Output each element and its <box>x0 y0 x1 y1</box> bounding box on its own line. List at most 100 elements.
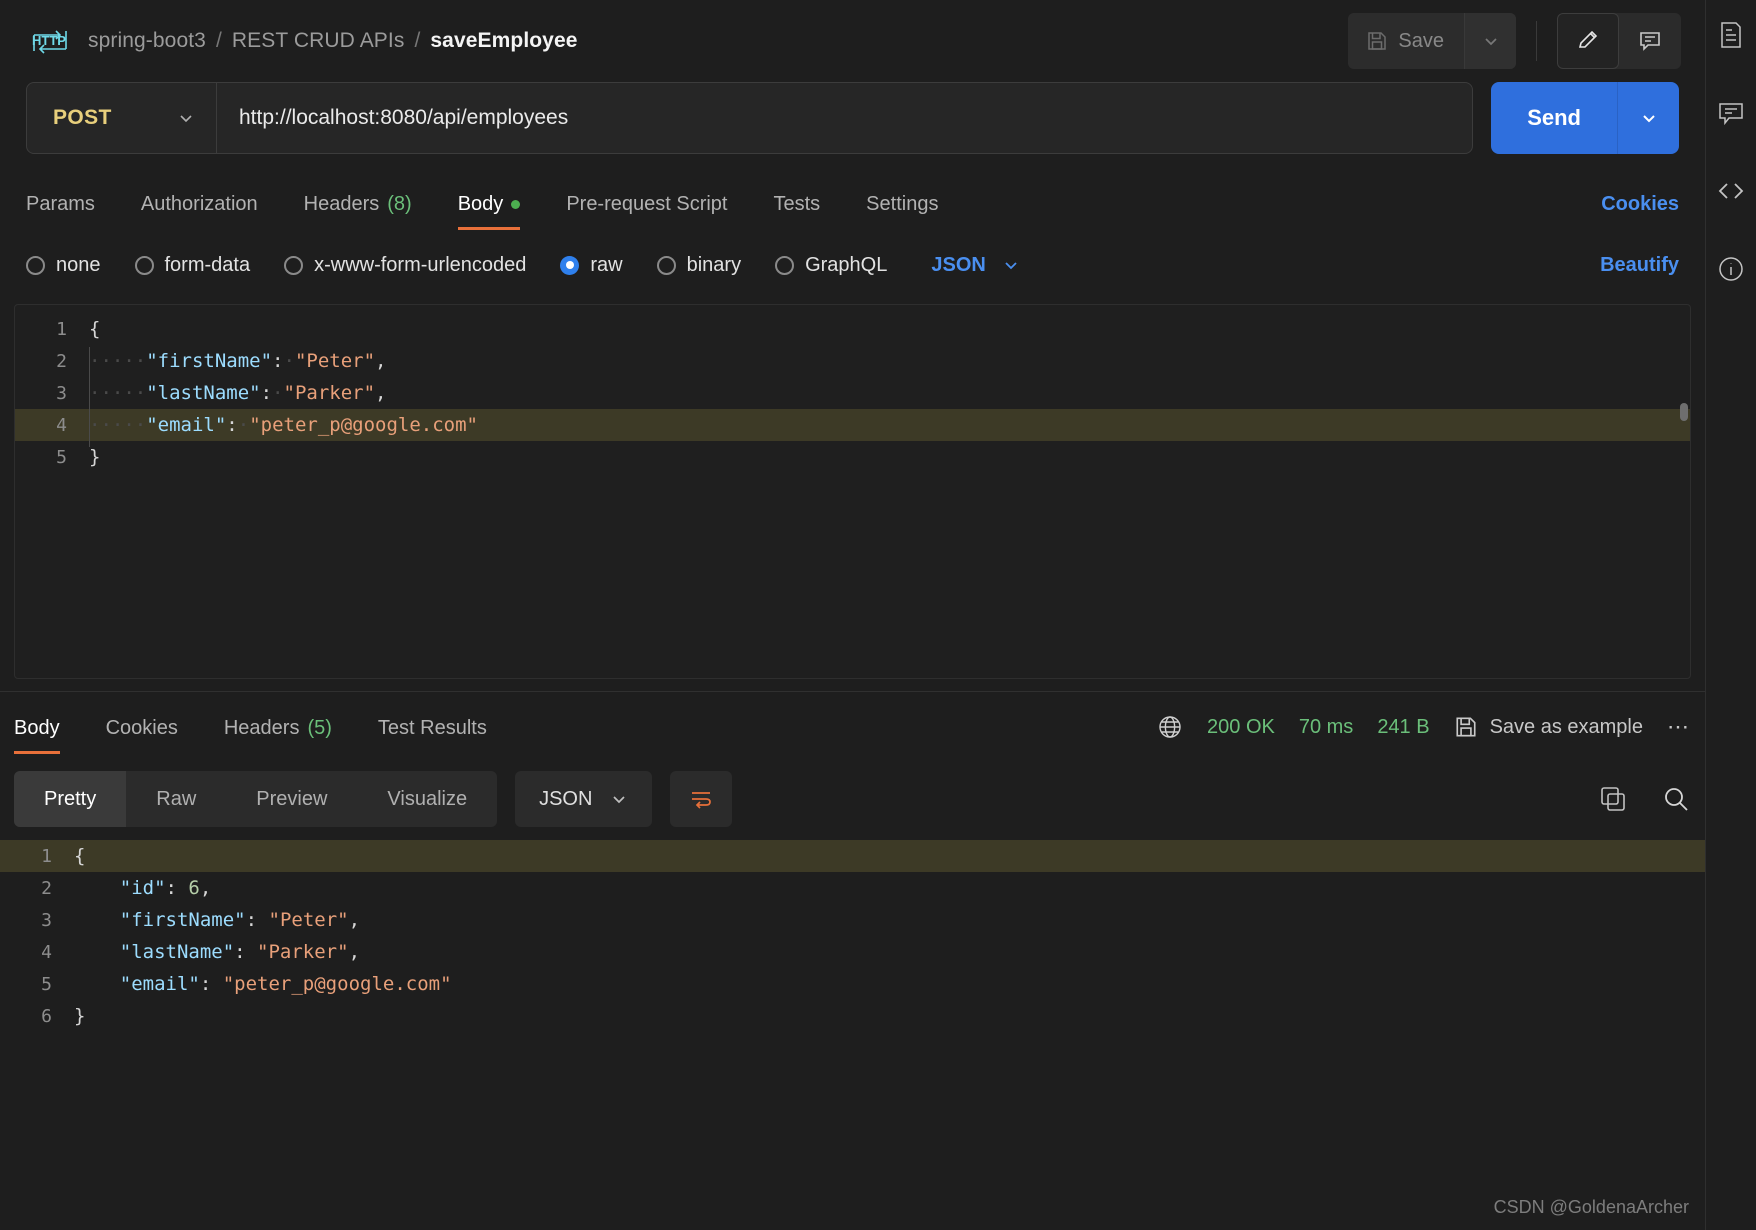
radio-label: none <box>56 253 101 276</box>
tab-pre-request-script[interactable]: Pre-request Script <box>566 193 727 230</box>
code-line: 4 ·····"email":·"peter_p@google.com" <box>15 409 1690 441</box>
response-view-toolbar: Pretty Raw Preview Visualize JSON <box>0 768 1705 830</box>
breadcrumb-item-collection[interactable]: REST CRUD APIs <box>232 29 405 53</box>
word-wrap-button[interactable] <box>670 771 733 827</box>
comments-button[interactable] <box>1619 13 1681 69</box>
tab-params[interactable]: Params <box>26 193 95 230</box>
body-format-select[interactable]: JSON <box>931 254 1019 277</box>
response-format-label: JSON <box>539 787 593 810</box>
radio-icon <box>134 255 154 275</box>
send-button[interactable]: Send <box>1491 82 1617 154</box>
info-button[interactable] <box>1714 252 1748 286</box>
tab-label: Body <box>14 717 60 739</box>
body-type-urlencoded[interactable]: x-www-form-urlencoded <box>284 254 526 277</box>
code-token: , <box>348 941 361 963</box>
copy-button[interactable] <box>1599 785 1627 813</box>
tab-body[interactable]: Body <box>457 193 521 230</box>
save-button[interactable]: Save <box>1348 13 1464 69</box>
code-token: , <box>348 909 361 931</box>
code-snippet-button[interactable] <box>1714 174 1748 208</box>
code-token: , <box>375 350 387 372</box>
ellipsis-icon[interactable]: ⋯ <box>1667 714 1691 740</box>
tab-headers[interactable]: Headers (8) <box>304 193 412 230</box>
cookies-link[interactable]: Cookies <box>1601 193 1679 230</box>
code-token: "firstName" <box>146 350 273 372</box>
code-token: : <box>226 414 238 436</box>
code-token: 6 <box>188 877 200 899</box>
code-line: 3 "firstName": "Peter", <box>0 904 1705 936</box>
url-bar-row: POST http://localhost:8080/api/employees… <box>0 82 1705 154</box>
code-text: { <box>89 318 100 340</box>
response-tab-cookies[interactable]: Cookies <box>106 717 178 754</box>
info-icon <box>1717 255 1745 283</box>
code-token: ····· <box>89 414 147 436</box>
response-body-viewer[interactable]: 1{2 "id": 6, 3 "firstName": "Peter", 4 "la… <box>0 840 1705 1032</box>
comments-rail-button[interactable] <box>1714 96 1748 130</box>
code-token: "Peter" <box>294 350 376 372</box>
body-type-binary[interactable]: binary <box>656 254 741 277</box>
body-type-graphql[interactable]: GraphQL <box>775 254 887 277</box>
comment-icon <box>1717 99 1745 127</box>
send-dropdown-button[interactable] <box>1617 82 1679 154</box>
code-text: ·····"firstName":·"Peter", <box>89 350 386 372</box>
view-mode-preview[interactable]: Preview <box>226 771 357 827</box>
editor-scrollbar[interactable] <box>1680 403 1688 421</box>
radio-icon-selected <box>560 255 580 275</box>
tab-authorization[interactable]: Authorization <box>141 193 258 230</box>
code-line: 5} <box>15 441 1690 473</box>
code-token: "email" <box>146 414 227 436</box>
tab-settings[interactable]: Settings <box>866 193 938 230</box>
line-number: 5 <box>56 446 67 468</box>
save-dropdown-button[interactable] <box>1464 13 1516 69</box>
body-type-form-data[interactable]: form-data <box>134 254 250 277</box>
code-token: : <box>272 350 284 372</box>
request-code-rows: 1{2 ·····"firstName":·"Peter", 3 ·····"last… <box>15 305 1690 473</box>
view-mode-raw[interactable]: Raw <box>126 771 226 827</box>
body-format-label: JSON <box>931 253 986 276</box>
response-time: 70 ms <box>1298 715 1354 738</box>
line-number: 4 <box>56 414 67 436</box>
breadcrumb-separator: / <box>215 29 222 52</box>
beautify-button[interactable]: Beautify <box>1600 254 1679 277</box>
code-text: "firstName": "Peter", <box>74 909 360 931</box>
save-example-button[interactable]: Save as example <box>1454 715 1643 739</box>
tab-label: Tests <box>773 193 821 215</box>
body-type-none[interactable]: none <box>26 254 101 277</box>
code-token: : <box>199 973 223 995</box>
app-header: HTTP spring-boot3 / REST CRUD APIs / sav… <box>0 0 1705 82</box>
method-select[interactable]: POST <box>27 83 217 153</box>
search-button[interactable] <box>1661 784 1691 814</box>
code-text: "email": "peter_p@google.com" <box>74 973 452 995</box>
view-mode-visualize[interactable]: Visualize <box>357 771 497 827</box>
right-sidebar-rail <box>1706 0 1756 1230</box>
line-number: 1 <box>41 845 52 867</box>
chevron-down-icon <box>1002 256 1020 274</box>
view-mode-pretty[interactable]: Pretty <box>14 771 127 827</box>
breadcrumb-item-request[interactable]: saveEmployee <box>430 29 577 53</box>
response-tab-headers[interactable]: Headers (5) <box>224 717 332 754</box>
code-token: · <box>283 350 295 372</box>
url-input[interactable]: http://localhost:8080/api/employees <box>217 106 1472 130</box>
breadcrumb-item-workspace[interactable]: spring-boot3 <box>88 29 206 53</box>
documentation-button[interactable] <box>1714 18 1748 52</box>
chevron-down-icon <box>176 108 196 128</box>
code-line: 4 "lastName": "Parker", <box>0 936 1705 968</box>
body-type-raw[interactable]: raw <box>560 254 623 277</box>
tab-label: Cookies <box>105 717 178 739</box>
watermark: CSDN @GoldenaArcher <box>1493 1197 1689 1217</box>
edit-request-button[interactable] <box>1557 13 1619 69</box>
code-token: , <box>199 877 212 899</box>
save-button-group[interactable]: Save <box>1348 13 1516 69</box>
line-number: 5 <box>41 973 52 995</box>
request-body-editor[interactable]: 1{2 ·····"firstName":·"Peter", 3 ·····"last… <box>14 304 1691 679</box>
request-tabs: Params Authorization Headers (8) Body Pr… <box>0 168 1705 230</box>
response-tab-test-results[interactable]: Test Results <box>378 717 487 754</box>
tab-tests[interactable]: Tests <box>773 193 820 230</box>
code-text: } <box>89 446 100 468</box>
response-tab-body[interactable]: Body <box>14 717 60 754</box>
word-wrap-icon <box>688 786 714 812</box>
response-format-select[interactable]: JSON <box>515 771 653 827</box>
